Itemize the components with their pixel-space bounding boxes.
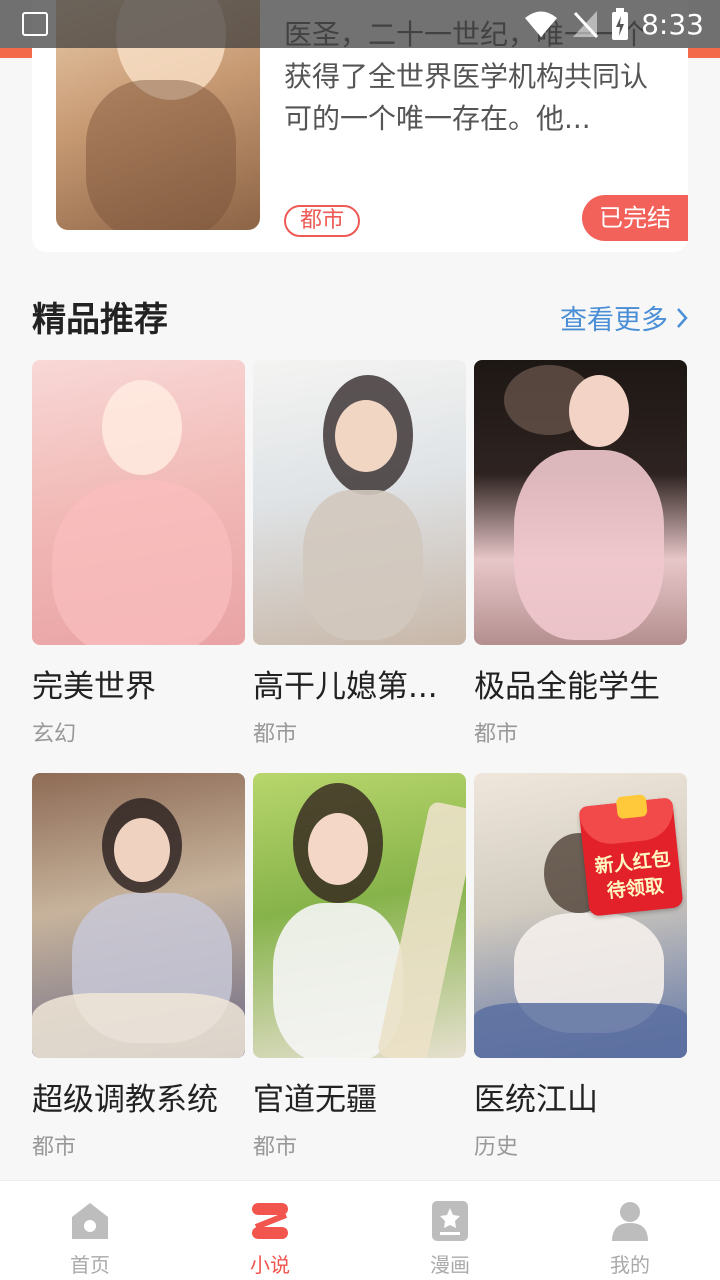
novel-icon	[252, 1203, 288, 1239]
nav-item-novel[interactable]: 小说	[180, 1181, 360, 1280]
book-card[interactable]: 极品全能学生 都市	[474, 360, 687, 748]
book-card[interactable]: 完美世界 玄幻	[32, 360, 245, 748]
book-genre: 历史	[474, 1135, 519, 1160]
chevron-right-icon	[677, 307, 688, 328]
see-more-link[interactable]: 查看更多	[560, 298, 690, 337]
book-genre: 都市	[253, 1135, 298, 1160]
battery-icon	[612, 8, 629, 40]
see-more-label: 查看更多	[560, 305, 668, 336]
book-title: 高干儿媳第...	[253, 669, 438, 705]
image-notification-icon	[22, 12, 48, 36]
book-card[interactable]: 超级调教系统 都市	[32, 773, 245, 1161]
red-envelope-icon: 新人红包 待领取	[578, 794, 684, 917]
nav-label-profile: 我的	[610, 1253, 650, 1277]
book-genre: 都市	[474, 722, 519, 747]
featured-book-status-badge: 已完结	[582, 195, 688, 241]
bottom-nav: 首页 小说 漫画 我的	[0, 1180, 720, 1280]
book-cover	[474, 360, 687, 645]
nav-item-comic[interactable]: 漫画	[360, 1181, 540, 1280]
book-title: 超级调教系统	[32, 1082, 218, 1118]
home-icon	[72, 1203, 108, 1239]
nav-label-home: 首页	[70, 1253, 110, 1277]
book-cover	[32, 773, 245, 1058]
no-signal-icon	[573, 11, 599, 39]
book-genre: 都市	[32, 1135, 77, 1160]
book-title: 医统江山	[474, 1082, 598, 1118]
book-title: 完美世界	[32, 669, 156, 705]
nav-label-novel: 小说	[250, 1253, 290, 1277]
book-cover	[253, 360, 466, 645]
section-title: 精品推荐	[32, 300, 168, 340]
status-bar: 8:33	[0, 0, 720, 58]
book-title: 官道无疆	[253, 1082, 377, 1118]
nav-label-comic: 漫画	[430, 1253, 470, 1277]
book-genre: 玄幻	[32, 722, 77, 747]
book-cover	[253, 773, 466, 1058]
status-time: 8:33	[641, 7, 704, 41]
wifi-icon	[525, 11, 558, 37]
book-card[interactable]: 高干儿媳第... 都市	[253, 360, 466, 748]
nav-item-profile[interactable]: 我的	[540, 1181, 720, 1280]
profile-icon	[612, 1202, 648, 1241]
book-cover	[32, 360, 245, 645]
book-card[interactable]: 官道无疆 都市	[253, 773, 466, 1161]
book-title: 极品全能学生	[474, 669, 660, 705]
nav-item-home[interactable]: 首页	[0, 1181, 180, 1280]
book-genre: 都市	[253, 722, 298, 747]
comic-icon	[432, 1201, 468, 1241]
new-user-red-envelope[interactable]: 新人红包 待领取	[578, 790, 684, 917]
featured-book-tag: 都市	[284, 205, 361, 237]
